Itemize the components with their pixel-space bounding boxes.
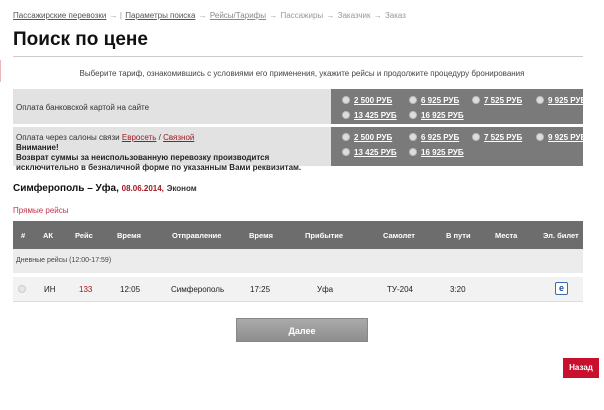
cell-dep-time: 12:05 [120, 285, 141, 294]
fare-prices-card: 2 500 РУБ 6 925 РУБ 7 525 РУБ 9 925 РУБ … [331, 89, 586, 124]
warning-text: Возврат суммы за неиспользованную перево… [16, 153, 302, 172]
eticket-icon[interactable]: e [555, 282, 568, 295]
col-airline: АК [43, 231, 53, 240]
fare-radio[interactable] [342, 96, 350, 104]
fare-label-salon: Оплата через салоны связи Евросеть / Свя… [13, 127, 331, 172]
fare-option-price[interactable]: 2 500 РУБ [342, 96, 392, 105]
fare-option-price[interactable]: 13 425 РУБ [342, 111, 397, 120]
warning-title: Внимание! [16, 143, 59, 152]
col-duration: В пути [446, 231, 471, 240]
fare-radio[interactable] [409, 96, 417, 104]
col-seats: Места [495, 231, 518, 240]
breadcrumb-separator: → [373, 11, 382, 20]
fare-radio[interactable] [472, 96, 480, 104]
fare-option-price[interactable]: 7 525 РУБ [472, 96, 522, 105]
col-arrival: Прибытие [305, 231, 344, 240]
flights-table-divider [13, 301, 583, 302]
direct-flights-link[interactable]: Прямые рейсы [13, 206, 68, 215]
breadcrumb-order: Заказ [384, 11, 406, 20]
title-divider [13, 56, 583, 57]
flights-table-header: # АК Рейс Время Отправление Время Прибыт… [13, 221, 583, 249]
col-arr-time: Время [249, 231, 273, 240]
fare-radio[interactable] [409, 148, 417, 156]
breadcrumb-separator: → [326, 11, 335, 20]
breadcrumb: Пассажирские перевозки → | Параметры пои… [13, 11, 406, 20]
col-eticket: Эл. билет [543, 231, 579, 240]
breadcrumb-passengers: Пассажиры [280, 11, 324, 20]
flight-radio[interactable] [18, 285, 26, 293]
table-row[interactable]: ИН 133 12:05 Симферополь 17:25 Уфа ТУ-20… [13, 276, 583, 301]
cell-departure: Симферополь [171, 285, 225, 294]
page-title: Поиск по цене [13, 29, 148, 50]
fare-label-text: Оплата банковской картой на сайте [16, 103, 150, 112]
fare-radio[interactable] [536, 96, 544, 104]
breadcrumb-search-params[interactable]: Параметры поиска [125, 11, 195, 20]
flights-group-label: Дневные рейсы (12:00-17:59) [13, 249, 583, 274]
fare-label-text: Оплата через салоны связи [16, 133, 120, 142]
fare-prices-salon: 2 500 РУБ 6 925 РУБ 7 525 РУБ 9 925 РУБ … [331, 127, 586, 166]
breadcrumb-flights-fares[interactable]: Рейсы/Тарифы [210, 11, 266, 20]
fare-radio[interactable] [472, 133, 480, 141]
breadcrumb-separator: → [269, 11, 278, 20]
fare-radio[interactable] [409, 111, 417, 119]
col-departure: Отправление [172, 231, 222, 240]
fare-radio[interactable] [342, 148, 350, 156]
slash-separator: / [158, 133, 161, 142]
fare-option-price[interactable]: 16 925 РУБ [409, 111, 464, 120]
col-flight: Рейс [75, 231, 93, 240]
breadcrumb-separator: → | [109, 11, 122, 20]
fare-option-price[interactable]: 6 925 РУБ [409, 133, 459, 142]
fare-option-price[interactable]: 9 925 РУБ [536, 133, 586, 142]
fare-label-card: Оплата банковской картой на сайте [13, 89, 331, 124]
svyaznoy-link[interactable]: Связной [163, 133, 194, 142]
cell-duration: 3:20 [450, 285, 466, 294]
breadcrumb-separator: → [198, 11, 207, 20]
route-title: Симферополь – Уфа, [13, 183, 119, 194]
next-button[interactable]: Далее [236, 318, 368, 342]
cell-flight: 133 [79, 285, 93, 294]
flights-table: # АК Рейс Время Отправление Время Прибыт… [13, 221, 583, 302]
back-button[interactable]: Назад [563, 358, 599, 378]
breadcrumb-passenger-transport[interactable]: Пассажирские перевозки [13, 11, 106, 20]
fare-row-card: Оплата банковской картой на сайте 2 500 … [13, 89, 586, 124]
fare-row-salon: Оплата через салоны связи Евросеть / Свя… [13, 127, 586, 172]
fare-table: Оплата банковской картой на сайте 2 500 … [13, 89, 586, 172]
fare-option-price[interactable]: 2 500 РУБ [342, 133, 392, 142]
cell-arr-time: 17:25 [250, 285, 271, 294]
fare-option-price[interactable]: 7 525 РУБ [472, 133, 522, 142]
route-date: 08.06.2014, [121, 184, 164, 193]
breadcrumb-customer: Заказчик [337, 11, 371, 20]
col-number: # [21, 231, 26, 240]
fare-option-price[interactable]: 9 925 РУБ [536, 96, 586, 105]
fare-radio[interactable] [342, 111, 350, 119]
cell-aircraft: ТУ-204 [387, 285, 413, 294]
fare-radio[interactable] [536, 133, 544, 141]
cell-arrival: Уфа [317, 285, 334, 294]
cell-airline: ИН [44, 285, 56, 294]
fare-radio[interactable] [342, 133, 350, 141]
fare-radio[interactable] [409, 133, 417, 141]
fare-option-price[interactable]: 6 925 РУБ [409, 96, 459, 105]
fare-option-price[interactable]: 16 925 РУБ [409, 148, 464, 157]
route-class: Эконом [166, 184, 197, 193]
route-heading: Симферополь – Уфа, 08.06.2014, Эконом [13, 183, 197, 194]
fare-option-price[interactable]: 13 425 РУБ [342, 148, 397, 157]
instructions-text: Выберите тариф, ознакомившись с условиям… [79, 69, 525, 78]
col-dep-time: Время [117, 231, 141, 240]
col-aircraft: Самолет [383, 231, 415, 240]
evroset-link[interactable]: Евросеть [122, 133, 157, 142]
